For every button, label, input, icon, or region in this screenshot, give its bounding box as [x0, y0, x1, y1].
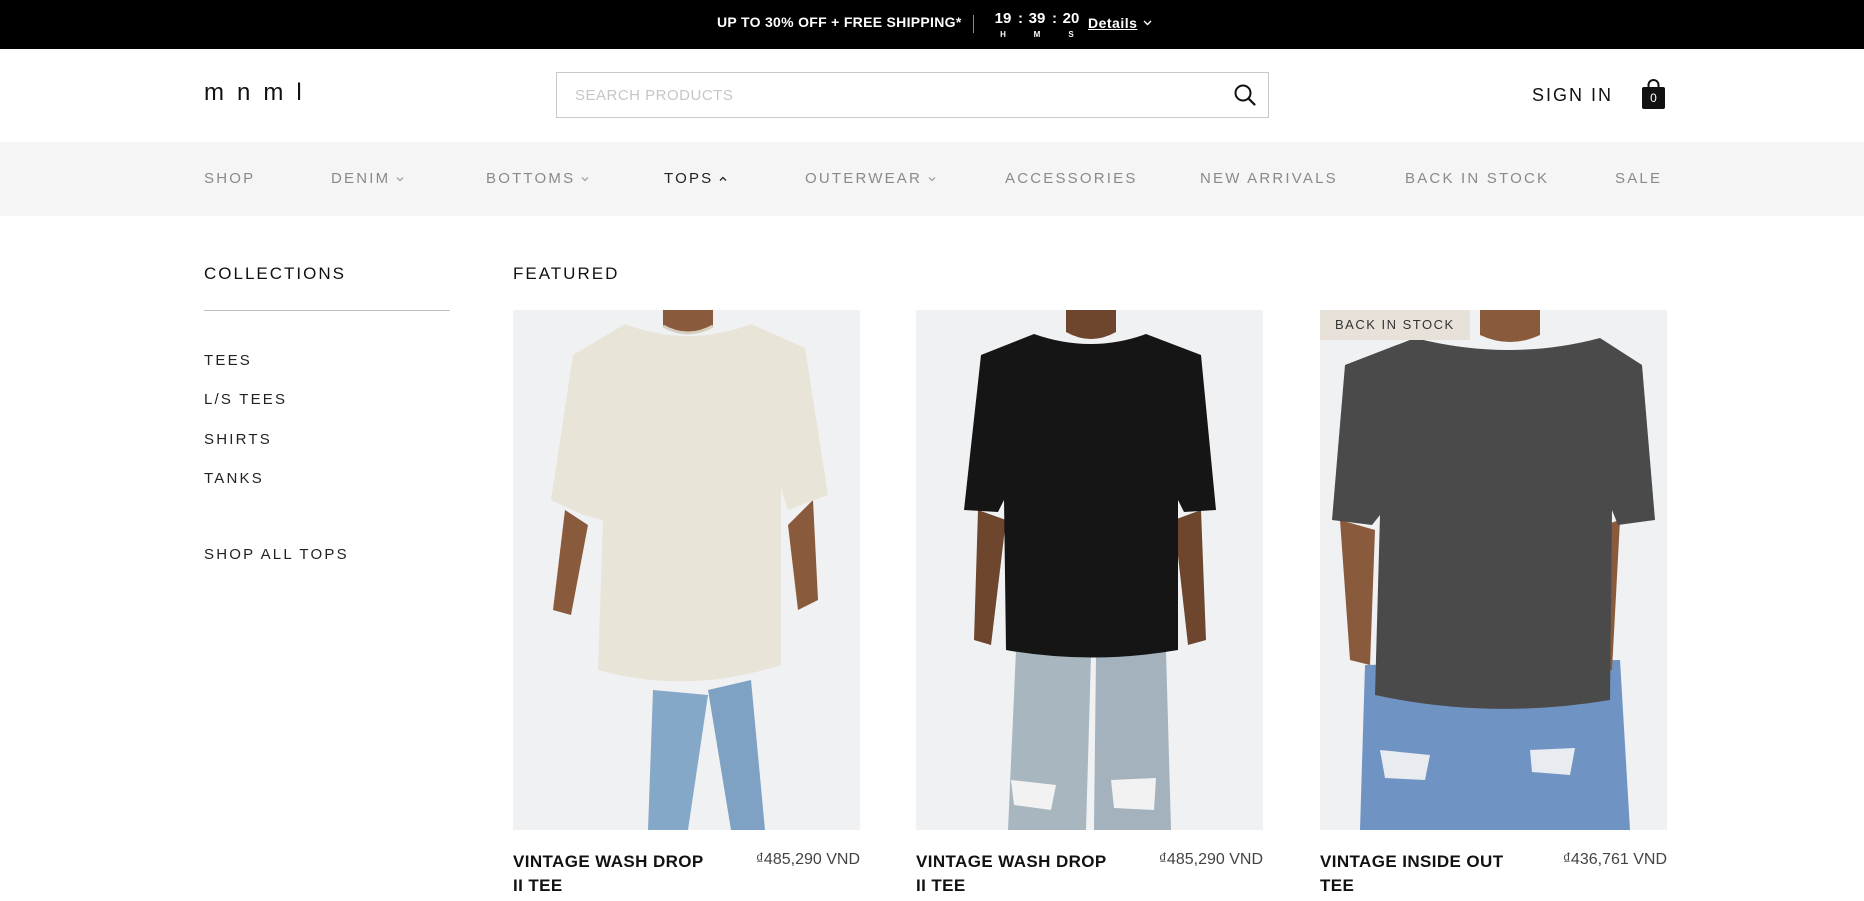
product-photo — [513, 310, 860, 830]
nav-item-label: TOPS — [664, 170, 714, 187]
nav-item-back-in-stock[interactable]: BACK IN STOCK — [1405, 170, 1549, 187]
product-name[interactable]: VINTAGE WASH DROP II TEE — [916, 850, 1116, 898]
promo-details-label: Details — [1088, 15, 1138, 31]
nav-item-shop[interactable]: SHOP — [204, 170, 255, 187]
nav-item-label: OUTERWEAR — [805, 170, 923, 187]
product-image[interactable] — [513, 310, 860, 830]
collection-link-tanks[interactable]: TANKS — [204, 470, 264, 487]
product-price: ₫485,290 VND — [755, 851, 860, 868]
nav-item-denim[interactable]: DENIM — [331, 170, 404, 187]
countdown-timer: 19 H : 39 M : 20 S — [992, 11, 1082, 40]
chevron-up-icon — [719, 176, 727, 181]
chevron-down-icon — [581, 176, 589, 181]
search-icon — [1234, 84, 1256, 106]
chevron-down-icon — [396, 176, 404, 181]
sign-in-link[interactable]: SIGN IN — [1532, 85, 1613, 106]
timer-seconds-value: 20 — [1062, 10, 1080, 27]
promo-bar: UP TO 30% OFF + FREE SHIPPING* 19 H : 39… — [0, 0, 1864, 49]
product-image[interactable] — [916, 310, 1263, 830]
nav-item-outerwear[interactable]: OUTERWEAR — [805, 170, 936, 187]
collection-link-ls-tees[interactable]: L/S TEES — [204, 391, 287, 408]
featured-heading: FEATURED — [513, 264, 620, 283]
nav-item-label: DENIM — [331, 170, 391, 187]
timer-seconds-label: S — [1068, 30, 1074, 39]
site-logo[interactable]: mnml — [204, 79, 315, 107]
search-bar — [556, 72, 1269, 118]
shop-all-tops-link[interactable]: SHOP ALL TOPS — [204, 546, 349, 563]
product-name[interactable]: VINTAGE WASH DROP II TEE — [513, 850, 713, 898]
cart-button[interactable]: 0 — [1641, 78, 1666, 110]
main-nav: SHOP DENIM BOTTOMS TOPS OUTERWEAR ACCESS… — [0, 142, 1864, 216]
product-card: BACK IN STOCK VINTAGE INSIDE OUT TEE ₫43… — [1320, 310, 1667, 895]
product-image[interactable]: BACK IN STOCK — [1320, 310, 1667, 830]
product-name[interactable]: VINTAGE INSIDE OUT TEE — [1320, 850, 1520, 898]
nav-item-bottoms[interactable]: BOTTOMS — [486, 170, 589, 187]
nav-item-new-arrivals[interactable]: NEW ARRIVALS — [1200, 170, 1338, 187]
timer-colon: : — [1052, 10, 1057, 27]
collections-heading: COLLECTIONS — [204, 264, 346, 283]
nav-item-tops[interactable]: TOPS — [664, 170, 727, 187]
timer-hours-value: 19 — [994, 10, 1012, 27]
nav-item-label: SHOP — [204, 170, 256, 187]
collection-link-shirts[interactable]: SHIRTS — [204, 431, 272, 448]
timer-colon: : — [1018, 10, 1023, 27]
nav-item-label: BOTTOMS — [486, 170, 576, 187]
cart-count: 0 — [1650, 91, 1657, 105]
nav-item-sale[interactable]: SALE — [1615, 170, 1662, 187]
timer-seconds: 20 S — [1060, 11, 1082, 40]
promo-divider — [973, 15, 974, 33]
search-button[interactable] — [1222, 73, 1268, 117]
collections-divider — [204, 310, 450, 311]
promo-details-link[interactable]: Details — [1088, 15, 1152, 31]
timer-hours-label: H — [1000, 30, 1006, 39]
nav-item-label: SALE — [1615, 170, 1663, 187]
product-photo — [1320, 310, 1667, 830]
timer-hours: 19 H — [992, 11, 1014, 40]
nav-item-label: BACK IN STOCK — [1405, 170, 1550, 187]
collection-link-tees[interactable]: TEES — [204, 352, 252, 369]
chevron-down-icon — [928, 176, 936, 181]
product-photo — [916, 310, 1263, 830]
nav-item-label: ACCESSORIES — [1005, 170, 1138, 187]
product-card: VINTAGE WASH DROP II TEE ₫485,290 VND — [513, 310, 860, 895]
promo-text: UP TO 30% OFF + FREE SHIPPING* — [717, 14, 962, 30]
chevron-down-icon — [1143, 20, 1152, 26]
timer-minutes-label: M — [1033, 30, 1041, 39]
product-price: ₫485,290 VND — [1158, 851, 1263, 868]
site-header: mnml SIGN IN 0 — [0, 49, 1864, 142]
product-price: ₫436,761 VND — [1562, 851, 1667, 868]
product-card: VINTAGE WASH DROP II TEE ₫485,290 VND — [916, 310, 1263, 895]
status-badge: BACK IN STOCK — [1320, 310, 1470, 340]
timer-minutes-value: 39 — [1028, 10, 1046, 27]
nav-item-label: NEW ARRIVALS — [1200, 170, 1338, 187]
timer-minutes: 39 M — [1026, 11, 1048, 40]
search-input[interactable] — [557, 73, 1222, 117]
nav-item-accessories[interactable]: ACCESSORIES — [1005, 170, 1138, 187]
